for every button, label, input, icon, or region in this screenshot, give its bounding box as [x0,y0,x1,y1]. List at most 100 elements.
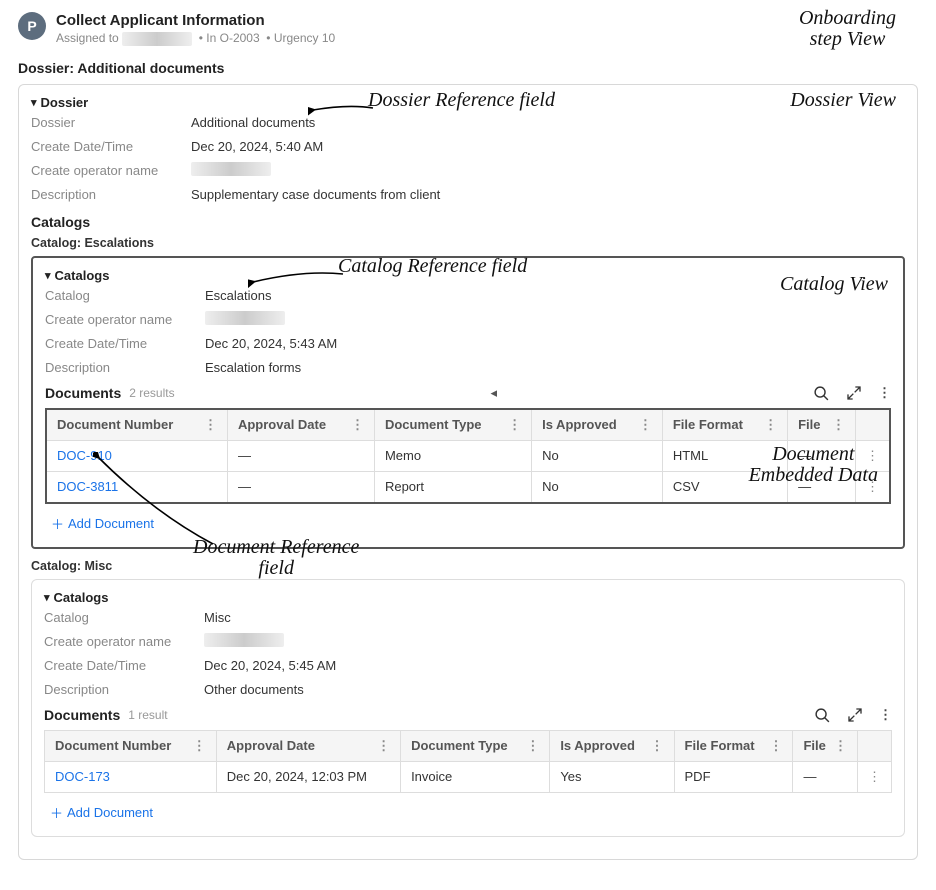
catalog1-documents-label: Documents [45,385,121,401]
dossier-field-label: Dossier [31,115,191,130]
kebab-icon[interactable]: ⋮ [508,417,521,433]
dossier-panel: ▾ Dossier Dossier Additional documents C… [18,84,918,860]
kebab-icon[interactable]: ⋮ [526,738,539,754]
catalog1-desc-value: Escalation forms [205,360,301,375]
catalog1-results: 2 results [129,386,174,400]
col-approval[interactable]: Approval Date⋮ [227,409,374,441]
catalog2-panel: ▾ Catalogs Catalog Misc Create operator … [31,579,905,837]
col-approved[interactable]: Is Approved⋮ [532,409,663,441]
add-document-button[interactable]: ＋Add Document [51,514,154,533]
doc-reference-link[interactable]: DOC-910 [57,448,112,463]
catalog1-reference-link[interactable]: Escalations [205,288,271,303]
assigned-to-redacted [122,32,192,46]
cell-approval: Dec 20, 2024, 12:03 PM [216,761,400,792]
create-op-label: Create operator name [31,163,191,178]
col-approval[interactable]: Approval Date⋮ [216,730,400,761]
catalog1-op-label: Create operator name [45,312,205,327]
table-row: DOC-3811 — Report No CSV — ⋮ [46,471,890,503]
kebab-icon[interactable]: ⋮ [769,738,782,754]
search-icon[interactable] [813,385,830,402]
doc-reference-link[interactable]: DOC-3811 [57,479,118,494]
search-icon[interactable] [814,707,831,724]
kebab-icon[interactable]: ⋮ [832,417,845,433]
col-doc-type[interactable]: Document Type⋮ [374,409,531,441]
kebab-icon[interactable]: ⋮ [193,738,206,754]
kebab-icon[interactable]: ⋮ [639,417,652,433]
col-actions [858,730,892,761]
cell-file: — [788,471,856,503]
kebab-icon[interactable]: ⋮ [764,417,777,433]
row-menu-button[interactable]: ⋮ [858,761,892,792]
assigned-to-label: Assigned to [56,31,119,45]
chevron-down-icon: ▾ [45,269,51,282]
col-doc-type[interactable]: Document Type⋮ [401,730,550,761]
catalog2-results: 1 result [128,708,167,722]
catalog2-toggle[interactable]: ▾ Catalogs [44,590,892,605]
col-file[interactable]: File⋮ [793,730,858,761]
catalog2-reference-link[interactable]: Misc [204,610,231,625]
cell-format: PDF [674,761,793,792]
cell-approval: — [227,440,374,471]
catalog1-field-label: Catalog [45,288,205,303]
catalog1-heading: Catalog: Escalations [31,236,905,250]
expand-icon[interactable] [847,707,863,723]
col-doc-num[interactable]: Document Number⋮ [46,409,227,441]
col-doc-num[interactable]: Document Number⋮ [45,730,217,761]
col-format[interactable]: File Format⋮ [662,409,787,441]
col-file[interactable]: File⋮ [788,409,856,441]
row-menu-button[interactable]: ⋮ [856,471,891,503]
triangle-left-icon[interactable]: ◂ [491,385,498,401]
kebab-icon[interactable]: ⋮ [879,707,892,723]
plus-icon: ＋ [50,803,63,822]
cell-format: CSV [662,471,787,503]
col-approved[interactable]: Is Approved⋮ [550,730,674,761]
cell-doc-type: Memo [374,440,531,471]
create-dt-label: Create Date/Time [31,139,191,154]
avatar: P [18,12,46,40]
add-document-button[interactable]: ＋Add Document [50,803,153,822]
col-actions [856,409,891,441]
catalog1-desc-label: Description [45,360,205,375]
col-format[interactable]: File Format⋮ [674,730,793,761]
kebab-icon[interactable]: ⋮ [351,417,364,433]
page-subtitle: Assigned to • In O-2003 • Urgency 10 [56,31,335,46]
catalog1-panel: ▾ Catalogs Catalog Escalations Create op… [31,256,905,549]
catalog1-doc-table: Document Number⋮ Approval Date⋮ Document… [45,408,891,504]
cell-approved: Yes [550,761,674,792]
catalog1-toggle[interactable]: ▾ Catalogs [45,268,891,283]
chevron-down-icon: ▾ [44,591,50,604]
catalog2-desc-label: Description [44,682,204,697]
catalogs-heading: Catalogs [31,214,905,230]
cell-doc-type: Report [374,471,531,503]
catalog2-documents-label: Documents [44,707,120,723]
dossier-heading: Dossier: Additional documents [18,60,918,76]
cell-doc-type: Invoice [401,761,550,792]
expand-icon[interactable] [846,385,862,401]
cell-approved: No [532,440,663,471]
catalog2-op-label: Create operator name [44,634,204,649]
catalog2-desc-value: Other documents [204,682,304,697]
catalog1-op-redacted [205,311,285,325]
kebab-icon[interactable]: ⋮ [834,738,847,754]
dossier-reference-link[interactable]: Additional documents [191,115,315,130]
urgency: Urgency 10 [274,31,335,45]
kebab-icon[interactable]: ⋮ [878,385,891,401]
catalog2-dt-label: Create Date/Time [44,658,204,673]
page-title: Collect Applicant Information [56,12,335,29]
catalog2-op-redacted [204,633,284,647]
create-op-redacted [191,162,271,176]
table-row: DOC-173 Dec 20, 2024, 12:03 PM Invoice Y… [45,761,892,792]
case-header: P Collect Applicant Information Assigned… [18,12,918,46]
table-header-row: Document Number⋮ Approval Date⋮ Document… [45,730,892,761]
case-id: In O-2003 [206,31,259,45]
catalog1-dt-value: Dec 20, 2024, 5:43 AM [205,336,337,351]
kebab-icon[interactable]: ⋮ [204,417,217,433]
doc-reference-link[interactable]: DOC-173 [55,769,110,784]
dossier-toggle[interactable]: ▾ Dossier [31,95,905,110]
catalog2-heading: Catalog: Misc [31,559,905,573]
table-row: DOC-910 — Memo No HTML — ⋮ [46,440,890,471]
row-menu-button[interactable]: ⋮ [856,440,891,471]
kebab-icon[interactable]: ⋮ [651,738,664,754]
kebab-icon[interactable]: ⋮ [377,738,390,754]
catalog2-section-label: Catalogs [54,590,109,605]
